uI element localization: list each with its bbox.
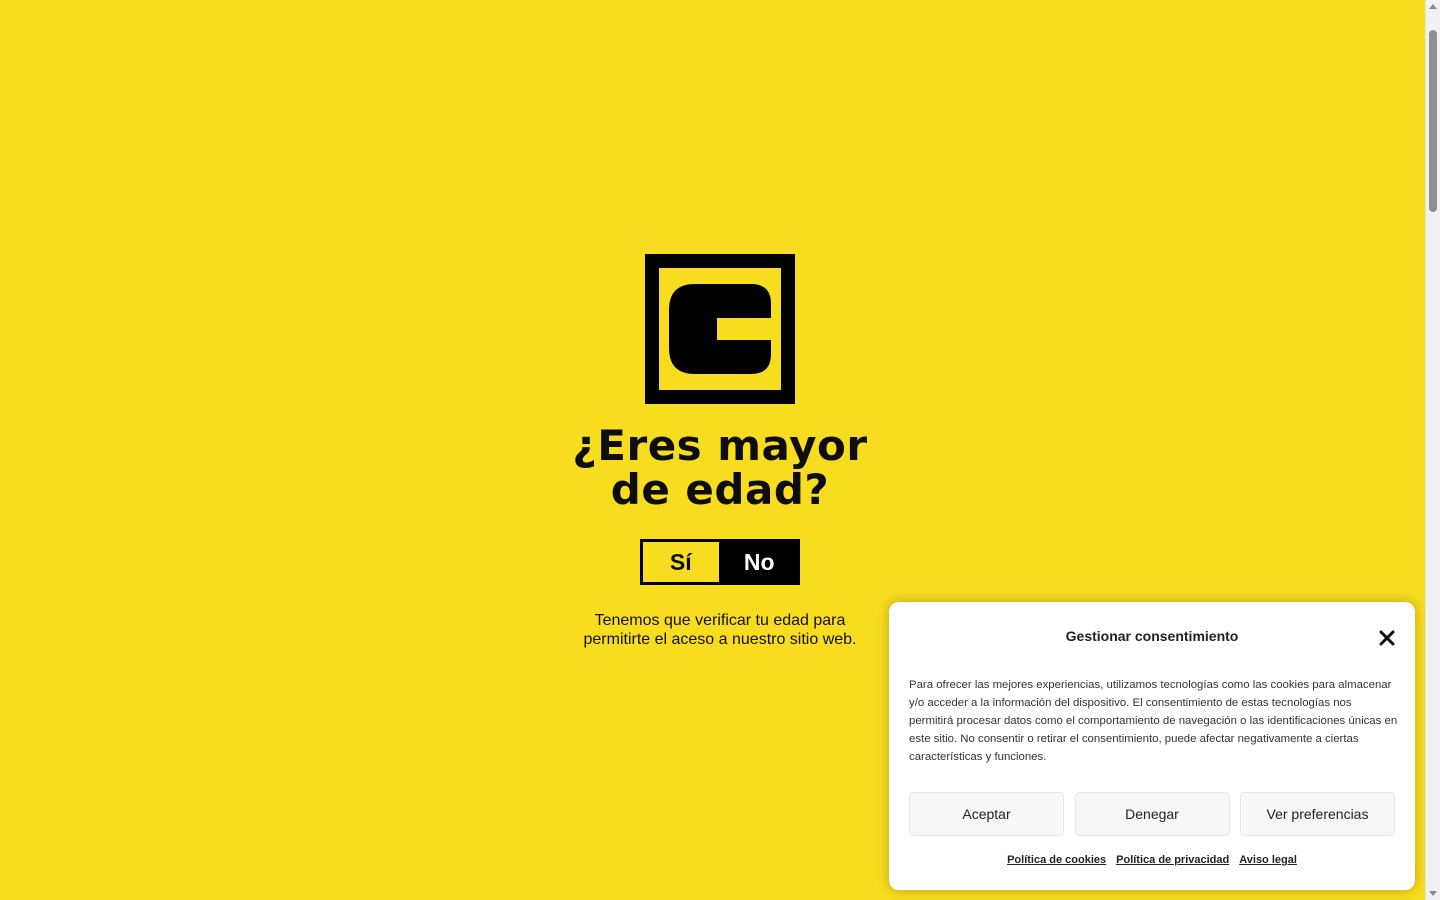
legal-notice-link[interactable]: Aviso legal: [1239, 854, 1297, 866]
scrollbar-thumb[interactable]: [1429, 30, 1437, 212]
view-preferences-button[interactable]: Ver preferencias: [1240, 792, 1395, 836]
consent-title: Gestionar consentimiento: [1065, 628, 1239, 644]
consent-description: Para ofrecer las mejores experiencias, u…: [909, 679, 1398, 763]
cookie-consent-panel: Gestionar consentimiento Para ofrecer la…: [889, 602, 1415, 890]
vertical-scrollbar[interactable]: [1425, 0, 1440, 900]
note-line-1: Tenemos que verificar tu edad para: [594, 612, 846, 629]
yes-button[interactable]: Sí: [643, 542, 719, 582]
note-line-2: permitirte el aceso a nuestro sitio web.: [583, 631, 857, 648]
cookie-policy-link[interactable]: Política de cookies: [1007, 854, 1106, 866]
deny-button[interactable]: Denegar: [1074, 792, 1230, 836]
scroll-up-arrow-icon[interactable]: [1429, 4, 1437, 9]
age-choice-group: Sí No: [640, 539, 800, 585]
verification-note: Tenemos que verificar tu edad para permi…: [545, 611, 895, 649]
privacy-policy-link[interactable]: Política de privacidad: [1116, 854, 1229, 866]
no-button[interactable]: No: [721, 542, 797, 582]
accept-button[interactable]: Aceptar: [909, 792, 1064, 836]
brand-logo-icon: [645, 254, 795, 404]
consent-links: Política de cookies Política de privacid…: [889, 854, 1415, 866]
consent-button-row: Aceptar Denegar Ver preferencias: [909, 792, 1395, 836]
headline-line-1: ¿Eres mayor: [572, 421, 868, 470]
scroll-down-arrow-icon[interactable]: [1429, 891, 1437, 896]
age-question-heading: ¿Eres mayor de edad?: [520, 424, 920, 512]
close-icon[interactable]: [1379, 630, 1395, 646]
headline-line-2: de edad?: [610, 465, 830, 514]
